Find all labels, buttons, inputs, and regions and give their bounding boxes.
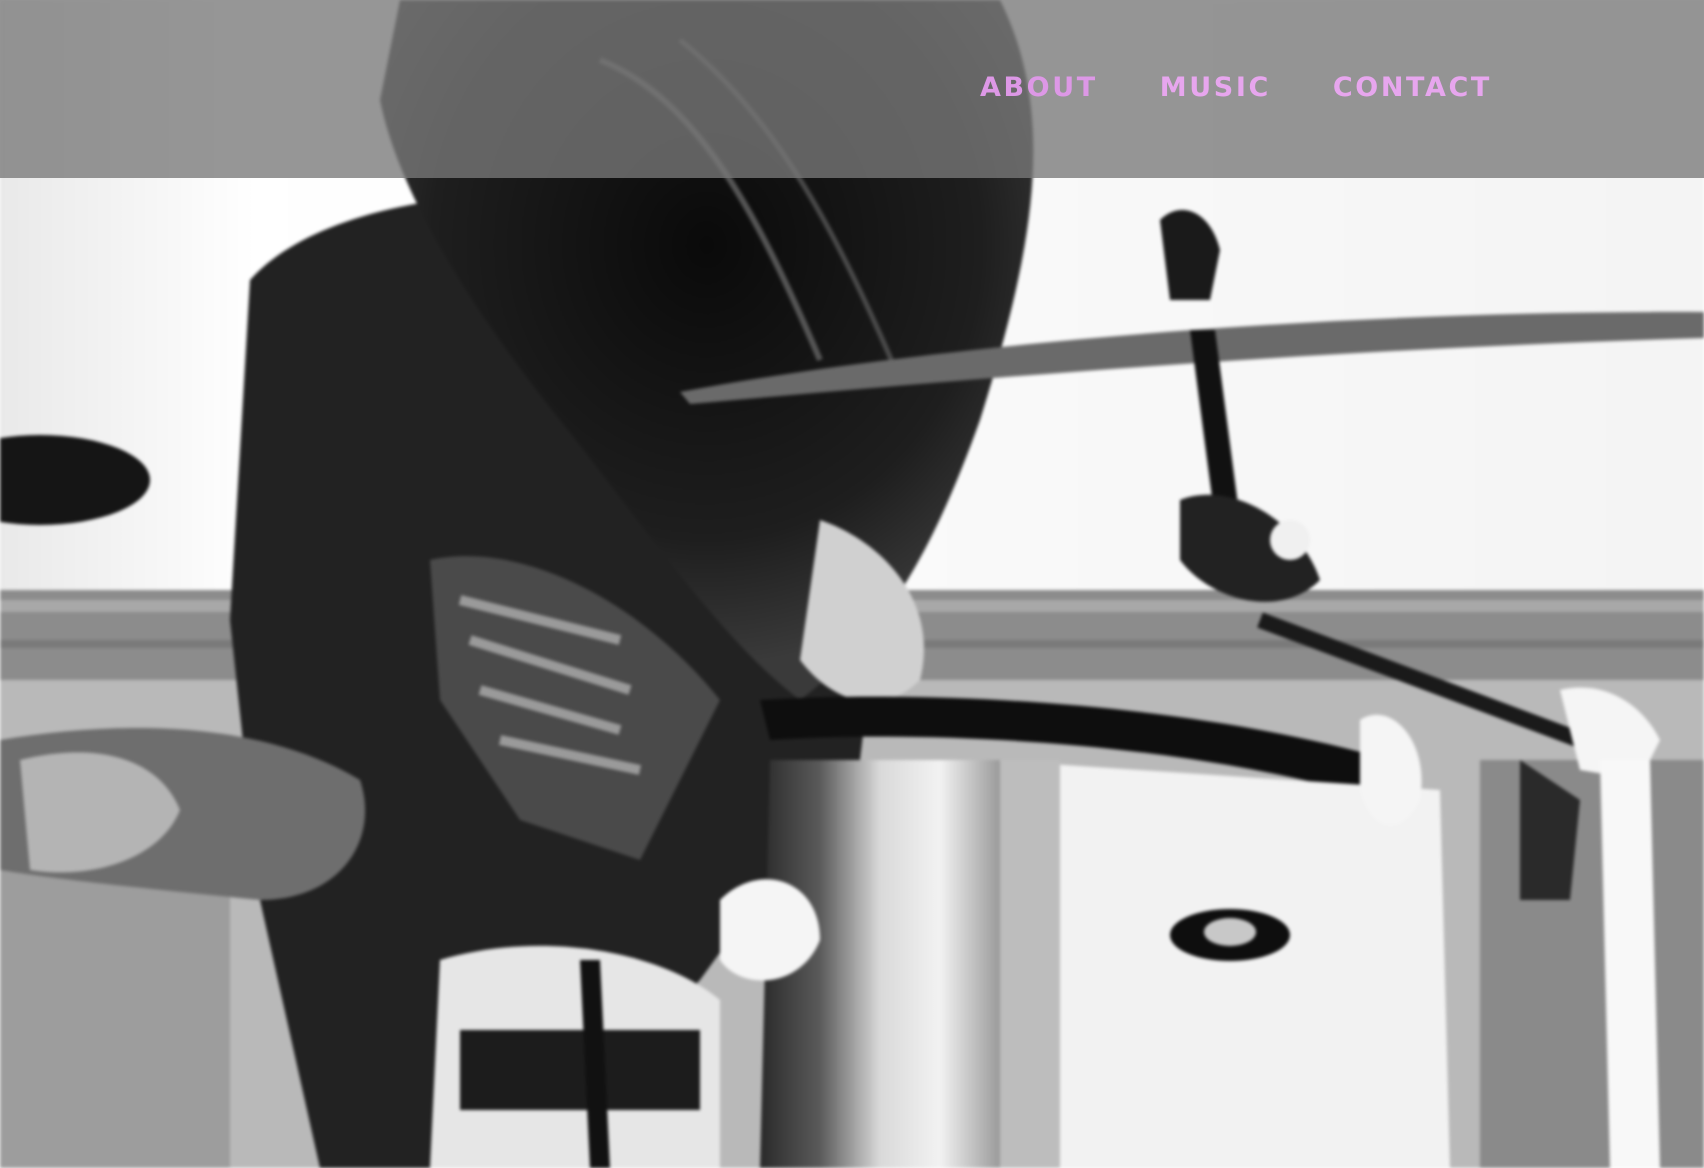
- main-nav: ABOUT MUSIC CONTACT: [980, 70, 1492, 106]
- nav-link-music[interactable]: MUSIC: [1160, 70, 1271, 106]
- header-overlay: ABOUT MUSIC CONTACT: [0, 0, 1704, 178]
- page: ABOUT MUSIC CONTACT: [0, 0, 1704, 1168]
- nav-link-contact[interactable]: CONTACT: [1333, 70, 1492, 106]
- nav-link-about[interactable]: ABOUT: [980, 70, 1098, 106]
